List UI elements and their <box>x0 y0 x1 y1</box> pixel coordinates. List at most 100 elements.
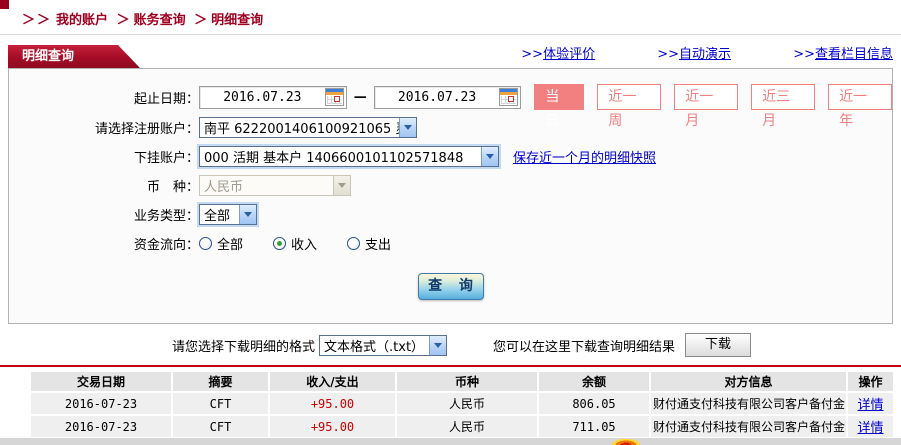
date-separator: — <box>353 89 367 105</box>
calendar-grid <box>326 96 342 104</box>
date-range-row: 起止日期： 2016.07.23 — 2016.07.23 当日 近一周 近一月… <box>9 84 892 129</box>
download-button[interactable]: 下载 <box>685 333 752 357</box>
detail-link[interactable]: 详情 <box>857 421 883 436</box>
red-divider <box>0 365 901 367</box>
table-header-row: 交易日期 摘要 收入/支出 币种 余额 对方信息 操作 <box>31 372 893 391</box>
sub-account-label: 下挂账户： <box>133 151 199 166</box>
tab-detail-query[interactable]: 明细查询 <box>8 45 140 68</box>
cell-summary: CFT <box>173 393 268 414</box>
col-header-currency: 币种 <box>397 372 537 391</box>
cell-amount: +95.00 <box>270 416 395 437</box>
cell-currency: 人民币 <box>397 416 537 437</box>
link-label: 查看栏目信息 <box>814 47 893 62</box>
chevron-down-icon <box>333 176 350 195</box>
col-header-counterparty: 对方信息 <box>651 372 846 391</box>
corner-accent <box>0 0 9 9</box>
col-header-amount: 收入/支出 <box>270 372 395 391</box>
chevron-down-icon[interactable] <box>399 118 416 137</box>
range-button-last-year[interactable]: 近一年 <box>828 84 892 129</box>
currency-row: 币 种： 人民币 <box>9 174 892 197</box>
query-row: 查 询 <box>9 273 892 300</box>
calendar-grid <box>501 96 517 104</box>
breadcrumb-item-detail-query[interactable]: 明细查询 <box>211 13 263 28</box>
query-button[interactable]: 查 询 <box>417 273 484 300</box>
link-experience-rating[interactable]: >>体验评价 <box>521 47 595 62</box>
start-date-input[interactable]: 2016.07.23 <box>199 85 347 109</box>
cell-summary: CFT <box>173 416 268 437</box>
flow-option-all[interactable]: 全部 <box>199 234 243 253</box>
col-header-date: 交易日期 <box>31 372 171 391</box>
download-format-value: 文本格式（.txt） <box>324 339 425 355</box>
flow-option-expense[interactable]: 支出 <box>347 234 391 253</box>
end-date-input[interactable]: 2016.07.23 <box>373 85 522 109</box>
range-button-last-3-months[interactable]: 近三月 <box>751 84 816 129</box>
biz-type-select[interactable]: 全部 <box>199 204 257 225</box>
link-prefix: >> <box>521 47 544 62</box>
flow-option-income[interactable]: 收入 <box>273 234 317 253</box>
radio-label: 全部 <box>217 238 244 253</box>
radio-icon[interactable] <box>199 237 212 250</box>
tab-bar: 明细查询 >>体验评价 >>自动演示 >>查看栏目信息 <box>8 35 893 68</box>
col-header-summary: 摘要 <box>173 372 268 391</box>
range-button-last-month[interactable]: 近一月 <box>674 84 739 129</box>
sub-account-value: 000 活期 基本户 1406600101102571848 <box>204 151 464 166</box>
cell-counterparty: 财付通支付科技有限公司客户备付金 <box>651 416 846 437</box>
link-view-column-info[interactable]: >>查看栏目信息 <box>793 47 893 62</box>
download-format-label: 请您选择下载明细的格式 <box>172 339 316 355</box>
chevron-down-icon[interactable] <box>481 147 498 166</box>
sub-account-row: 下挂账户： 000 活期 基本户 1406600101102571848 保存近… <box>9 145 892 168</box>
chevron-down-icon[interactable] <box>429 335 447 355</box>
cell-balance: 711.05 <box>539 416 649 437</box>
calendar-icon[interactable] <box>499 88 519 106</box>
chevron-down-icon[interactable] <box>239 205 256 224</box>
table-row: 2016-07-23 CFT +95.00 人民币 806.05 财付通支付科技… <box>31 393 893 414</box>
download-format-select[interactable]: 文本格式（.txt） <box>319 334 448 356</box>
register-account-value: 南平 6222001406100921065 灵通卡 <box>204 122 399 137</box>
results-table: 交易日期 摘要 收入/支出 币种 余额 对方信息 操作 2016-07-23 C… <box>29 370 895 445</box>
table-row: 2016-07-23 CFT +95.00 人民币 711.05 财付通支付科技… <box>31 416 893 437</box>
sub-account-select[interactable]: 000 活期 基本户 1406600101102571848 <box>199 146 499 167</box>
range-button-today[interactable]: 当日 <box>534 84 585 129</box>
cell-currency: 人民币 <box>397 393 537 414</box>
biz-type-value: 全部 <box>204 209 231 224</box>
breadcrumb-item-my-account[interactable]: 我的账户 <box>56 13 108 28</box>
calendar-icon[interactable] <box>324 88 344 106</box>
breadcrumb-prefix: ＞＞ <box>22 13 53 28</box>
link-label: 体验评价 <box>543 47 596 62</box>
currency-value: 人民币 <box>204 180 244 195</box>
cell-amount: +95.00 <box>270 393 395 414</box>
register-account-select[interactable]: 南平 6222001406100921065 灵通卡 <box>199 117 417 138</box>
link-prefix: >> <box>657 47 680 62</box>
col-header-action: 操作 <box>848 372 893 391</box>
breadcrumb-separator: ＞ <box>194 13 208 28</box>
bottom-bar <box>0 438 901 445</box>
col-header-balance: 余额 <box>539 372 649 391</box>
link-prefix: >> <box>793 47 815 62</box>
download-hint: 您可以在这里下载查询明细结果 <box>493 339 676 355</box>
cell-date: 2016-07-23 <box>31 416 171 437</box>
page: ＞＞ 我的账户 ＞账务查询 ＞明细查询 明细查询 >>体验评价 >>自动演示 >>… <box>0 0 901 445</box>
detail-link[interactable]: 详情 <box>857 398 883 413</box>
radio-icon[interactable] <box>347 237 361 250</box>
flame-icon <box>612 439 640 445</box>
start-date-value: 2016.07.23 <box>223 89 302 105</box>
results-table-wrap: 交易日期 摘要 收入/支出 币种 余额 对方信息 操作 2016-07-23 C… <box>29 370 893 445</box>
range-button-last-week[interactable]: 近一周 <box>597 84 662 129</box>
link-label: 自动演示 <box>679 47 732 62</box>
biz-type-label: 业务类型： <box>133 209 199 224</box>
cell-counterparty: 财付通支付科技有限公司客户备付金 <box>651 393 846 414</box>
breadcrumb-separator: ＞ <box>116 13 130 28</box>
date-range-label: 起止日期： <box>133 91 199 107</box>
flow-row: 资金流向： 全部 收入 支出 <box>9 232 892 255</box>
snapshot-link[interactable]: 保存近一个月的明细快照 <box>513 151 656 166</box>
radio-label: 支出 <box>365 238 392 253</box>
currency-select: 人民币 <box>199 175 351 196</box>
cell-balance: 806.05 <box>539 393 649 414</box>
breadcrumb-item-account-query[interactable]: 账务查询 <box>134 13 186 28</box>
link-auto-demo[interactable]: >>自动演示 <box>657 47 731 62</box>
radio-label: 收入 <box>291 238 318 253</box>
currency-label: 币 种： <box>146 180 199 195</box>
end-date-value: 2016.07.23 <box>397 89 477 105</box>
breadcrumb: ＞＞ 我的账户 ＞账务查询 ＞明细查询 <box>0 0 901 35</box>
radio-icon[interactable] <box>273 237 287 250</box>
